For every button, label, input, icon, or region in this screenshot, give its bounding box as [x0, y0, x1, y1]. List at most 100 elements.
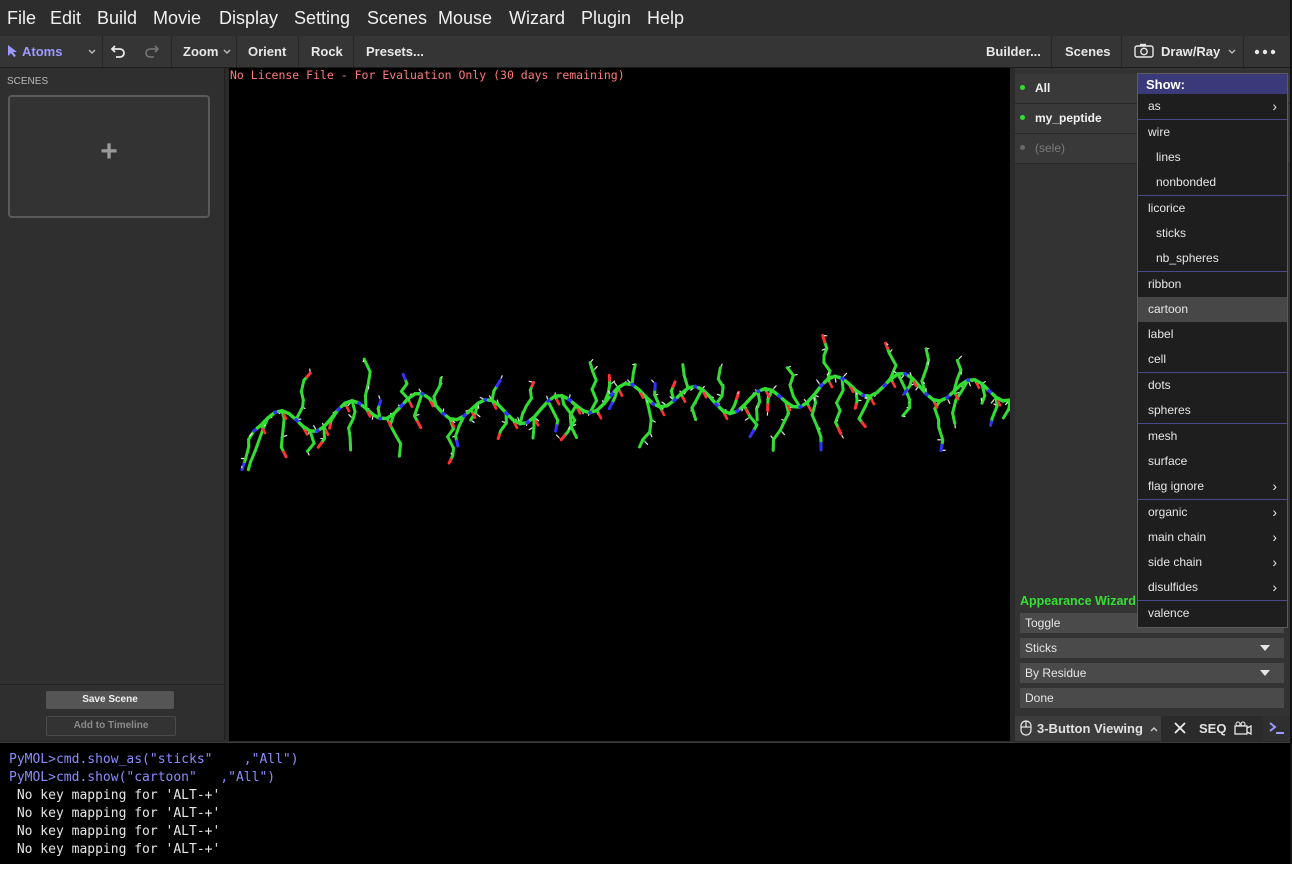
menu-movie[interactable]: Movie	[153, 0, 201, 36]
bond-stick	[955, 358, 961, 367]
bond-stick	[517, 417, 520, 422]
menu-bar: File Edit Build Movie Display Setting Sc…	[0, 0, 1292, 37]
bond-stick	[416, 420, 423, 430]
wizard-done-button[interactable]: Done	[1020, 688, 1284, 708]
bond-stick	[450, 421, 456, 429]
show-menu-item-lines[interactable]: lines	[1138, 145, 1287, 170]
mouse-mode-selector[interactable]: 3-Button Viewing	[1015, 716, 1161, 741]
command-line-button[interactable]	[1263, 716, 1292, 741]
menu-help[interactable]: Help	[647, 0, 684, 36]
bond-stick	[773, 385, 777, 389]
chevron-right-icon: ›	[1272, 529, 1277, 545]
mouse-mode-dropdown[interactable]: Atoms	[5, 36, 100, 67]
bond-stick	[717, 366, 722, 375]
menu-scenes[interactable]: Scenes	[367, 0, 427, 36]
orient-button[interactable]: Orient	[248, 36, 286, 67]
bond-stick	[348, 414, 352, 418]
bond-stick	[362, 359, 365, 363]
movie-camera-icon[interactable]	[1234, 721, 1252, 735]
show-menu-item-surface[interactable]: surface	[1138, 449, 1287, 474]
bond-stick	[397, 448, 402, 458]
show-menu-item-dots[interactable]: dots	[1138, 373, 1287, 398]
show-menu-item-main-chain[interactable]: main chain ›	[1138, 525, 1287, 550]
show-menu-item-wire[interactable]: wire	[1138, 120, 1287, 145]
add-to-timeline-button[interactable]: Add to Timeline	[46, 716, 176, 736]
menu-display[interactable]: Display	[219, 0, 278, 36]
menu-edit[interactable]: Edit	[50, 0, 81, 36]
bond-stick	[455, 439, 460, 448]
bond-stick	[495, 379, 502, 388]
show-menu-item-licorice[interactable]: licorice	[1138, 196, 1287, 221]
more-options-icon[interactable]	[1254, 49, 1276, 55]
bond-stick	[886, 343, 889, 346]
menu-setting[interactable]: Setting	[294, 0, 350, 36]
zoom-button[interactable]: Zoom	[183, 36, 231, 67]
show-menu-title: Show:	[1138, 74, 1287, 94]
menu-plugin[interactable]: Plugin	[581, 0, 631, 36]
show-menu-item-cell[interactable]: cell	[1138, 347, 1287, 372]
show-menu-item-spheres[interactable]: spheres	[1138, 398, 1287, 423]
show-menu-item-cartoon[interactable]: cartoon	[1138, 297, 1287, 322]
window-bottom-edge	[0, 864, 1292, 883]
show-menu-item-disulfides[interactable]: disulfides ›	[1138, 575, 1287, 600]
bond-stick	[528, 427, 533, 431]
bond-stick	[614, 382, 617, 386]
bond-stick	[1004, 401, 1009, 406]
undo-icon[interactable]	[110, 44, 126, 58]
show-menu-item-mesh[interactable]: mesh	[1138, 424, 1287, 449]
presets-button[interactable]: Presets...	[366, 36, 424, 67]
bond-stick	[716, 393, 721, 396]
add-scene-button[interactable]: +	[8, 95, 210, 218]
menu-item-label: nb_spheres	[1156, 251, 1219, 265]
visibility-dot-icon	[1020, 85, 1025, 90]
toolbar-divider	[1243, 36, 1244, 67]
toolbar-divider	[171, 36, 172, 67]
bond-stick	[955, 391, 960, 394]
menu-mouse[interactable]: Mouse	[438, 0, 492, 36]
menu-item-label: lines	[1156, 150, 1181, 164]
zoom-label: Zoom	[183, 44, 219, 59]
save-scene-button[interactable]: Save Scene	[46, 691, 174, 709]
bond-stick	[555, 434, 560, 438]
rock-button[interactable]: Rock	[311, 36, 343, 67]
menu-item-label: disulfides	[1148, 580, 1199, 594]
builder-button[interactable]: Builder...	[986, 36, 1041, 67]
show-menu-item-ribbon[interactable]: ribbon	[1138, 272, 1287, 297]
bond-stick	[476, 414, 481, 418]
show-menu-item-label[interactable]: label	[1138, 322, 1287, 347]
bond-stick	[408, 401, 414, 408]
bond-stick	[652, 420, 656, 423]
draw-ray-button[interactable]: Draw/Ray	[1134, 36, 1240, 67]
show-menu-item-valence[interactable]: valence	[1138, 601, 1287, 626]
menu-file[interactable]: File	[7, 0, 36, 36]
toolbar-divider	[1051, 36, 1052, 67]
bond-stick	[530, 380, 536, 388]
bond-stick	[450, 452, 453, 456]
show-menu-item-organic[interactable]: organic ›	[1138, 500, 1287, 525]
menu-build[interactable]: Build	[97, 0, 137, 36]
chevron-right-icon: ›	[1272, 478, 1277, 494]
show-menu-item-flag-ignore[interactable]: flag ignore ›	[1138, 474, 1287, 499]
show-menu-item-nb-spheres[interactable]: nb_spheres	[1138, 246, 1287, 271]
bond-stick	[681, 396, 687, 404]
close-icon[interactable]	[1174, 722, 1186, 734]
bond-stick	[328, 422, 332, 430]
representation-dropdown[interactable]: Sticks	[1020, 638, 1284, 658]
toolbar: Atoms Zoom Orient Rock Presets... Builde…	[0, 36, 1292, 68]
menu-wizard[interactable]: Wizard	[509, 0, 565, 36]
mouse-mode-label: 3-Button Viewing	[1037, 721, 1143, 736]
bond-stick	[492, 403, 498, 410]
color-by-dropdown[interactable]: By Residue	[1020, 663, 1284, 683]
molecular-viewport[interactable]: No License File - For Evaluation Only (3…	[229, 68, 1010, 741]
bond-stick	[590, 359, 594, 362]
sequence-toggle-button[interactable]: SEQ	[1199, 721, 1226, 736]
show-menu-item-side-chain[interactable]: side chain ›	[1138, 550, 1287, 575]
bond-stick	[546, 395, 549, 400]
show-menu-item-sticks[interactable]: sticks	[1138, 221, 1287, 246]
show-menu-item-as[interactable]: as ›	[1138, 94, 1287, 119]
bond-stick	[996, 399, 1002, 407]
redo-icon[interactable]	[144, 44, 160, 58]
show-menu-item-nonbonded[interactable]: nonbonded	[1138, 170, 1287, 195]
bond-stick	[618, 390, 624, 397]
scenes-button[interactable]: Scenes	[1065, 36, 1111, 67]
